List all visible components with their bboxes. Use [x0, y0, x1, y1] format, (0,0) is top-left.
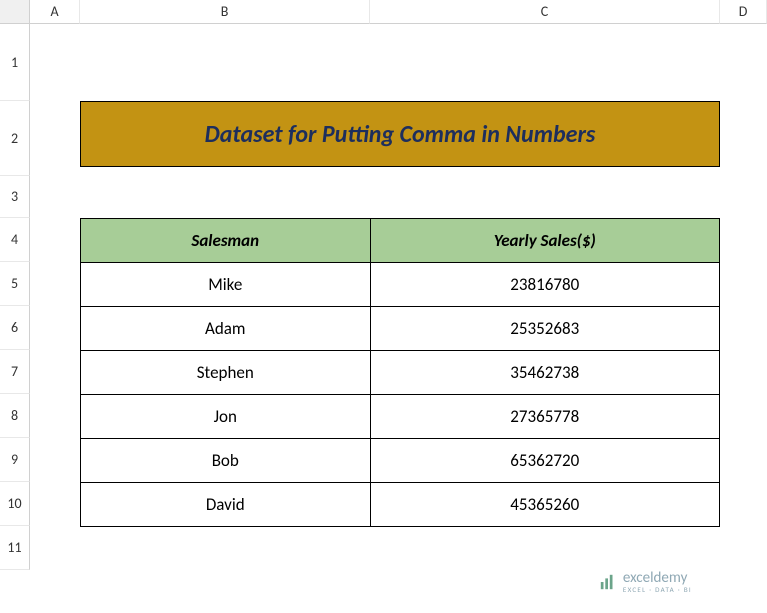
watermark-main: exceldemy [623, 571, 692, 586]
title-text: Dataset for Putting Comma in Numbers [205, 120, 596, 149]
cell-sales[interactable]: 35462738 [370, 351, 719, 395]
column-headers: A B C D [30, 0, 767, 24]
select-all-corner[interactable] [0, 0, 30, 24]
cell-sales[interactable]: 25352683 [370, 307, 719, 351]
cell-sales[interactable]: 27365778 [370, 395, 719, 439]
row-header-9[interactable]: 9 [0, 438, 30, 482]
row-header-10[interactable]: 10 [0, 482, 30, 526]
cell-sales[interactable]: 23816780 [370, 263, 719, 307]
table-row: Mike 23816780 [81, 263, 720, 307]
col-header-c[interactable]: C [370, 0, 720, 24]
cell-sales[interactable]: 65362720 [370, 439, 719, 483]
cell-sales[interactable]: 45365260 [370, 483, 719, 527]
row-header-4[interactable]: 4 [0, 218, 30, 262]
title-bar[interactable]: Dataset for Putting Comma in Numbers [80, 101, 720, 167]
table-row: Jon 27365778 [81, 395, 720, 439]
watermark-sub: EXCEL · DATA · BI [623, 586, 692, 593]
row-header-7[interactable]: 7 [0, 350, 30, 394]
table-row: Adam 25352683 [81, 307, 720, 351]
cell-salesman[interactable]: Jon [81, 395, 371, 439]
table-row: David 45365260 [81, 483, 720, 527]
spreadsheet-grid: 1 2 3 4 5 6 7 8 9 10 11 A B C D Dataset … [0, 0, 767, 613]
col-header-d[interactable]: D [720, 0, 767, 24]
table-row: Bob 65362720 [81, 439, 720, 483]
cell-salesman[interactable]: Mike [81, 263, 371, 307]
row-headers: 1 2 3 4 5 6 7 8 9 10 11 [0, 0, 30, 613]
chart-icon [599, 573, 617, 591]
table-header-row: Salesman Yearly Sales($) [81, 219, 720, 263]
row-header-5[interactable]: 5 [0, 262, 30, 306]
col-header-a[interactable]: A [30, 0, 80, 24]
data-table: Salesman Yearly Sales($) Mike 23816780 A… [80, 218, 720, 527]
grid-body[interactable]: Dataset for Putting Comma in Numbers Sal… [30, 24, 767, 613]
row-header-11[interactable]: 11 [0, 526, 30, 570]
grid-area: A B C D Dataset for Putting Comma in Num… [30, 0, 767, 613]
col-header-b[interactable]: B [80, 0, 370, 24]
table-row: Stephen 35462738 [81, 351, 720, 395]
header-sales[interactable]: Yearly Sales($) [370, 219, 719, 263]
cell-salesman[interactable]: Adam [81, 307, 371, 351]
row-header-1[interactable]: 1 [0, 24, 30, 101]
cell-salesman[interactable]: Bob [81, 439, 371, 483]
row-header-3[interactable]: 3 [0, 176, 30, 218]
row-header-6[interactable]: 6 [0, 306, 30, 350]
header-salesman[interactable]: Salesman [81, 219, 371, 263]
row-header-8[interactable]: 8 [0, 394, 30, 438]
row-header-2[interactable]: 2 [0, 101, 30, 176]
watermark: exceldemy EXCEL · DATA · BI [599, 571, 692, 593]
watermark-text: exceldemy EXCEL · DATA · BI [623, 571, 692, 593]
cell-salesman[interactable]: David [81, 483, 371, 527]
cell-salesman[interactable]: Stephen [81, 351, 371, 395]
